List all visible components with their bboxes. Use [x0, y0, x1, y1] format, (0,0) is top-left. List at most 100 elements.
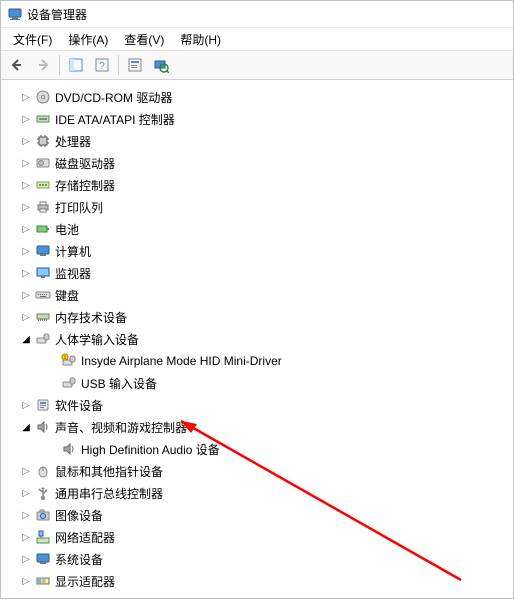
- toolbar-sep: [118, 55, 119, 75]
- node-sound-hd[interactable]: High Definition Audio 设备: [1, 438, 513, 460]
- sound-icon: [35, 419, 51, 435]
- back-button[interactable]: [5, 53, 29, 77]
- node-label: 电池: [55, 221, 79, 238]
- keyboard-icon: [35, 287, 51, 303]
- chevron-right-icon[interactable]: ▷: [19, 466, 33, 477]
- node-label: 计算机: [55, 243, 91, 260]
- node-label: 内存技术设备: [55, 309, 127, 326]
- node-ide[interactable]: ▷ IDE ATA/ATAPI 控制器: [1, 108, 513, 130]
- node-label: 显示适配器: [55, 573, 115, 590]
- chevron-right-icon[interactable]: ▷: [19, 400, 33, 411]
- node-computer[interactable]: ▷ 计算机: [1, 240, 513, 262]
- node-label: 人体学输入设备: [55, 331, 139, 348]
- node-label: 存储控制器: [55, 177, 115, 194]
- node-label: DVD/CD-ROM 驱动器: [55, 89, 172, 106]
- node-keyboard[interactable]: ▷ 键盘: [1, 284, 513, 306]
- node-label: High Definition Audio 设备: [81, 441, 220, 458]
- node-display[interactable]: ▷ 显示适配器: [1, 570, 513, 592]
- toolbar-sep: [59, 55, 60, 75]
- software-device-icon: [35, 397, 51, 413]
- node-hid-usb[interactable]: USB 输入设备: [1, 372, 513, 394]
- node-storage[interactable]: ▷ 存储控制器: [1, 174, 513, 196]
- network-icon: [35, 529, 51, 545]
- device-tree: ▷DVD/CD-ROM 驱动器 ▷IDE ATA/ATAPI 控制器 ▷处理器 …: [1, 80, 513, 607]
- menu-file[interactable]: 文件(F): [5, 29, 60, 50]
- menu-action[interactable]: 操作(A): [60, 29, 116, 50]
- node-label: 处理器: [55, 133, 91, 150]
- mouse-icon: [35, 463, 51, 479]
- node-cpu[interactable]: ▷ 处理器: [1, 130, 513, 152]
- node-sound[interactable]: ◢声音、视频和游戏控制器: [1, 416, 513, 438]
- chevron-right-icon[interactable]: ▷: [19, 136, 33, 147]
- menu-view[interactable]: 查看(V): [116, 29, 172, 50]
- node-label: IDE ATA/ATAPI 控制器: [55, 111, 175, 128]
- node-label: USB 输入设备: [81, 375, 157, 392]
- menubar: 文件(F) 操作(A) 查看(V) 帮助(H): [1, 28, 513, 51]
- hid-icon: [35, 331, 51, 347]
- node-label: 鼠标和其他指针设备: [55, 463, 163, 480]
- properties-button[interactable]: [123, 53, 147, 77]
- node-usb[interactable]: ▷ 通用串行总线控制器: [1, 482, 513, 504]
- system-device-icon: [35, 551, 51, 567]
- chevron-right-icon[interactable]: ▷: [19, 224, 33, 235]
- chevron-right-icon[interactable]: ▷: [19, 246, 33, 257]
- chevron-right-icon[interactable]: ▷: [19, 290, 33, 301]
- app-icon: [7, 6, 23, 22]
- hid-device-icon: [61, 375, 77, 391]
- disc-drive-icon: [35, 89, 51, 105]
- show-hide-console-button[interactable]: [64, 53, 88, 77]
- chevron-right-icon[interactable]: ▷: [19, 576, 33, 587]
- forward-button[interactable]: [31, 53, 55, 77]
- chevron-right-icon[interactable]: ▷: [19, 554, 33, 565]
- node-label: 打印队列: [55, 199, 103, 216]
- node-battery[interactable]: ▷ 电池: [1, 218, 513, 240]
- node-softdev[interactable]: ▷ 软件设备: [1, 394, 513, 416]
- chevron-right-icon[interactable]: ▷: [19, 158, 33, 169]
- chevron-right-icon[interactable]: ▷: [19, 312, 33, 323]
- node-network[interactable]: ▷ 网络适配器: [1, 526, 513, 548]
- chevron-right-icon[interactable]: ▷: [19, 92, 33, 103]
- node-system[interactable]: ▷ 系统设备: [1, 548, 513, 570]
- node-label: 网络适配器: [55, 529, 115, 546]
- node-hid-airplane[interactable]: Insyde Airplane Mode HID Mini-Driver: [1, 350, 513, 372]
- node-label: 系统设备: [55, 551, 103, 568]
- chevron-right-icon[interactable]: ▷: [19, 510, 33, 521]
- display-adapter-icon: [35, 573, 51, 589]
- node-print[interactable]: ▷ 打印队列: [1, 196, 513, 218]
- chevron-right-icon[interactable]: ▷: [19, 532, 33, 543]
- computer-icon: [35, 243, 51, 259]
- ide-controller-icon: [35, 111, 51, 127]
- sound-icon: [61, 441, 77, 457]
- chevron-right-icon[interactable]: ▷: [19, 114, 33, 125]
- svg-text:?: ?: [99, 61, 105, 72]
- chevron-right-icon[interactable]: ▷: [19, 202, 33, 213]
- usb-icon: [35, 485, 51, 501]
- chevron-down-icon[interactable]: ◢: [19, 422, 33, 433]
- printer-icon: [35, 199, 51, 215]
- node-label: 软件设备: [55, 397, 103, 414]
- node-label: 键盘: [55, 287, 79, 304]
- battery-icon: [35, 221, 51, 237]
- help-button[interactable]: ?: [90, 53, 114, 77]
- node-mouse[interactable]: ▷ 鼠标和其他指针设备: [1, 460, 513, 482]
- chevron-down-icon[interactable]: ◢: [19, 334, 33, 345]
- node-dvd[interactable]: ▷ DVD/CD-ROM 驱动器: [1, 86, 513, 108]
- node-label: 通用串行总线控制器: [55, 485, 163, 502]
- memory-icon: [35, 309, 51, 325]
- chevron-right-icon[interactable]: ▷: [19, 180, 33, 191]
- node-hid[interactable]: ◢ 人体学输入设备: [1, 328, 513, 350]
- node-monitor[interactable]: ▷监视器: [1, 262, 513, 284]
- scan-hardware-button[interactable]: [149, 53, 173, 77]
- chevron-right-icon[interactable]: ▷: [19, 488, 33, 499]
- chevron-right-icon[interactable]: ▷: [19, 268, 33, 279]
- node-label: Insyde Airplane Mode HID Mini-Driver: [81, 354, 282, 368]
- toolbar: ?: [1, 51, 513, 80]
- menu-help[interactable]: 帮助(H): [172, 29, 229, 50]
- camera-icon: [35, 507, 51, 523]
- node-memtech[interactable]: ▷ 内存技术设备: [1, 306, 513, 328]
- disk-drive-icon: [35, 155, 51, 171]
- titlebar: 设备管理器: [1, 1, 513, 28]
- node-disk[interactable]: ▷磁盘驱动器: [1, 152, 513, 174]
- hid-device-icon: [61, 353, 77, 369]
- node-imaging[interactable]: ▷图像设备: [1, 504, 513, 526]
